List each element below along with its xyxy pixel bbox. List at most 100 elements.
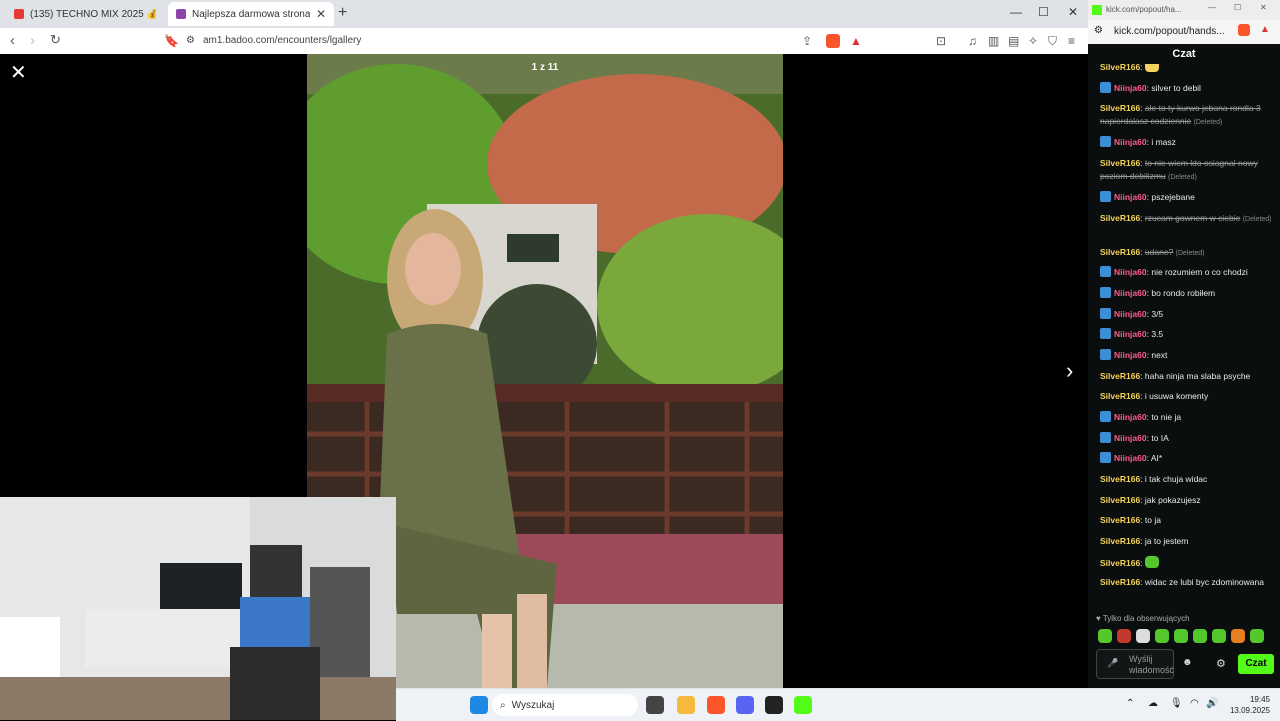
tray-chevron-icon[interactable]: ⌃ bbox=[1126, 698, 1134, 709]
badge-icon bbox=[1100, 452, 1111, 463]
chat-message: SilveR166: ale to ty kurwo jebana rondla… bbox=[1100, 103, 1261, 126]
emote-icon[interactable] bbox=[1098, 629, 1112, 643]
back-icon[interactable]: ‹ bbox=[10, 32, 15, 49]
youtube-icon bbox=[14, 9, 24, 19]
volume-icon[interactable]: 🔊 bbox=[1206, 698, 1218, 709]
chat-message: SilveR166: to nie wiem kto osiagnal nowy… bbox=[1100, 158, 1258, 181]
brave-icon[interactable] bbox=[707, 696, 725, 714]
badge-icon bbox=[1100, 411, 1111, 422]
bookmark-icon[interactable]: 🔖 bbox=[164, 34, 179, 48]
search-icon: ⌕ bbox=[500, 699, 506, 711]
close-gallery-icon[interactable]: ✕ bbox=[10, 60, 27, 85]
brave-rewards-icon[interactable]: ▲ bbox=[1260, 24, 1270, 35]
chat-message: SilveR166: bbox=[1100, 64, 1272, 74]
chat-message: SilveR166: bbox=[1100, 556, 1272, 570]
emote-icon[interactable] bbox=[1155, 629, 1169, 643]
chat-message: SilveR166: haha ninja ma slaba psyche bbox=[1100, 371, 1251, 381]
kick-icon[interactable] bbox=[794, 696, 812, 714]
badge-icon bbox=[1100, 82, 1111, 93]
kick-address-bar[interactable]: ⚙ kick.com/popout/hands... ▲ bbox=[1088, 20, 1280, 44]
brave-rewards-icon[interactable]: ▲ bbox=[850, 34, 862, 48]
chat-message: Niinja60: to IA bbox=[1100, 432, 1272, 445]
tab-youtube[interactable]: (135) TECHNO MIX 2025 💰 Rem bbox=[6, 2, 164, 26]
chat-message-list[interactable]: SilveR166: Niinja60: silver to debil Sil… bbox=[1100, 64, 1272, 610]
emote-icon[interactable] bbox=[1231, 629, 1245, 643]
site-settings-icon[interactable]: ⚙ bbox=[1094, 25, 1103, 36]
kick-maximize-button[interactable]: ☐ bbox=[1234, 3, 1241, 12]
chat-message: Niinja60: 3/5 bbox=[1100, 308, 1272, 321]
chat-message: Niinja60: silver to debil bbox=[1100, 82, 1272, 95]
close-tab-icon[interactable]: ✕ bbox=[316, 7, 326, 21]
site-info-icon[interactable]: ⚙ bbox=[186, 35, 195, 46]
kick-window-title: kick.com/popout/ha... bbox=[1106, 5, 1182, 14]
share-icon[interactable]: ⇪ bbox=[802, 34, 812, 48]
emote-icon[interactable] bbox=[1193, 629, 1207, 643]
kick-chat-window: kick.com/popout/ha... — ☐ ✕ ⚙ kick.com/p… bbox=[1088, 0, 1280, 688]
chat-settings-icon[interactable]: ⚙ bbox=[1216, 657, 1226, 670]
chat-message: Niinja60: AI* bbox=[1100, 452, 1272, 465]
send-chat-button[interactable]: Czat bbox=[1238, 654, 1274, 674]
wallet-icon[interactable]: ▤ bbox=[1008, 34, 1019, 48]
file-explorer-icon[interactable] bbox=[677, 696, 695, 714]
kick-url: kick.com/popout/hands... bbox=[1114, 26, 1225, 37]
kick-minimize-button[interactable]: — bbox=[1208, 3, 1216, 12]
task-view-icon[interactable] bbox=[646, 696, 664, 714]
sidebar-icon[interactable]: ▥ bbox=[988, 34, 999, 48]
address-toolbar: ‹ › ↻ 🔖 ⚙ am1.badoo.com/encounters/lgalle… bbox=[0, 28, 1088, 55]
media-icon[interactable]: ♫ bbox=[968, 34, 977, 48]
tab-badoo[interactable]: Najlepsza darmowa strona i apli ✕ bbox=[168, 2, 334, 26]
emote-icon[interactable] bbox=[1212, 629, 1226, 643]
emoji-icon[interactable]: ☻ bbox=[1182, 657, 1193, 668]
kick-close-button[interactable]: ✕ bbox=[1260, 3, 1267, 12]
chat-message: SilveR166: rzucam gownem w ciebie (Delet… bbox=[1100, 213, 1272, 223]
followers-only-notice: ♥ Tylko dla obserwujących bbox=[1096, 614, 1190, 623]
taskbar: ⌕ Wyszukaj ⌃ ☁ 🎙 ◠ 🔊 19:45 13.09.2025 bbox=[396, 688, 1280, 721]
brave-shield-icon[interactable] bbox=[826, 34, 840, 51]
emote-icon[interactable] bbox=[1117, 629, 1131, 643]
emote-icon[interactable] bbox=[1136, 629, 1150, 643]
tray-cloud-icon[interactable]: ☁ bbox=[1148, 698, 1158, 709]
discord-icon[interactable] bbox=[736, 696, 754, 714]
leo-icon[interactable]: ✧ bbox=[1028, 34, 1038, 48]
tab-search-icon[interactable]: ⊡ bbox=[936, 34, 946, 48]
chat-message: Niinja60: next bbox=[1100, 349, 1272, 362]
obs-icon[interactable] bbox=[765, 696, 783, 714]
start-icon[interactable] bbox=[470, 696, 488, 714]
chat-message: Niinja60: i masz bbox=[1100, 136, 1272, 149]
badge-icon bbox=[1100, 287, 1111, 298]
tab-label: Najlepsza darmowa strona i apli bbox=[192, 8, 310, 20]
url-field[interactable]: ⚙ am1.badoo.com/encounters/lgallery bbox=[186, 31, 826, 51]
chat-message: SilveR166: udane? (Deleted) bbox=[1100, 247, 1205, 257]
taskbar-search[interactable]: ⌕ Wyszukaj bbox=[492, 694, 638, 716]
tab-label: (135) TECHNO MIX 2025 💰 Rem bbox=[30, 8, 156, 20]
maximize-button[interactable]: ☐ bbox=[1038, 5, 1049, 19]
minimize-button[interactable]: — bbox=[1010, 5, 1022, 19]
url-text: am1.badoo.com/encounters/lgallery bbox=[202, 35, 362, 46]
tray-mic-icon[interactable]: 🎙 bbox=[1170, 698, 1183, 709]
badge-icon bbox=[1100, 349, 1111, 360]
chat-message: SilveR166: widac ze lubi byc zdominowana bbox=[1100, 577, 1264, 587]
vpn-icon[interactable]: ⛉ bbox=[1048, 34, 1057, 49]
brave-shield-icon[interactable] bbox=[1238, 24, 1250, 36]
chat-message: Niinja60: bo rondo robiłem bbox=[1100, 287, 1272, 300]
reload-icon[interactable]: ↻ bbox=[50, 32, 61, 48]
emote-icon[interactable] bbox=[1174, 629, 1188, 643]
next-photo-icon[interactable]: › bbox=[1066, 358, 1073, 384]
mic-icon[interactable]: 🎤 bbox=[1107, 658, 1118, 669]
forward-icon[interactable]: › bbox=[30, 32, 35, 49]
menu-icon[interactable]: ≡ bbox=[1068, 34, 1075, 48]
chat-message: Niinja60: to nie ja bbox=[1100, 411, 1272, 424]
search-placeholder: Wyszukaj bbox=[511, 699, 555, 711]
close-window-button[interactable]: ✕ bbox=[1068, 5, 1078, 19]
chat-message: SilveR166: i usuwa komenty bbox=[1100, 391, 1209, 401]
chat-message: SilveR166: i tak chuja widac bbox=[1100, 474, 1208, 484]
photo-counter: 1 z 11 bbox=[531, 62, 559, 73]
wifi-icon[interactable]: ◠ bbox=[1190, 698, 1199, 709]
emote-icon[interactable] bbox=[1250, 629, 1264, 643]
new-tab-button[interactable]: + bbox=[338, 4, 347, 22]
emote-icon bbox=[1144, 556, 1159, 568]
chat-input[interactable]: 🎤 Wyślij wiadomość bbox=[1096, 649, 1174, 679]
taskbar-clock[interactable]: 19:45 13.09.2025 bbox=[1230, 694, 1270, 716]
badge-icon bbox=[1100, 432, 1111, 443]
chat-header: Czat bbox=[1172, 48, 1196, 60]
